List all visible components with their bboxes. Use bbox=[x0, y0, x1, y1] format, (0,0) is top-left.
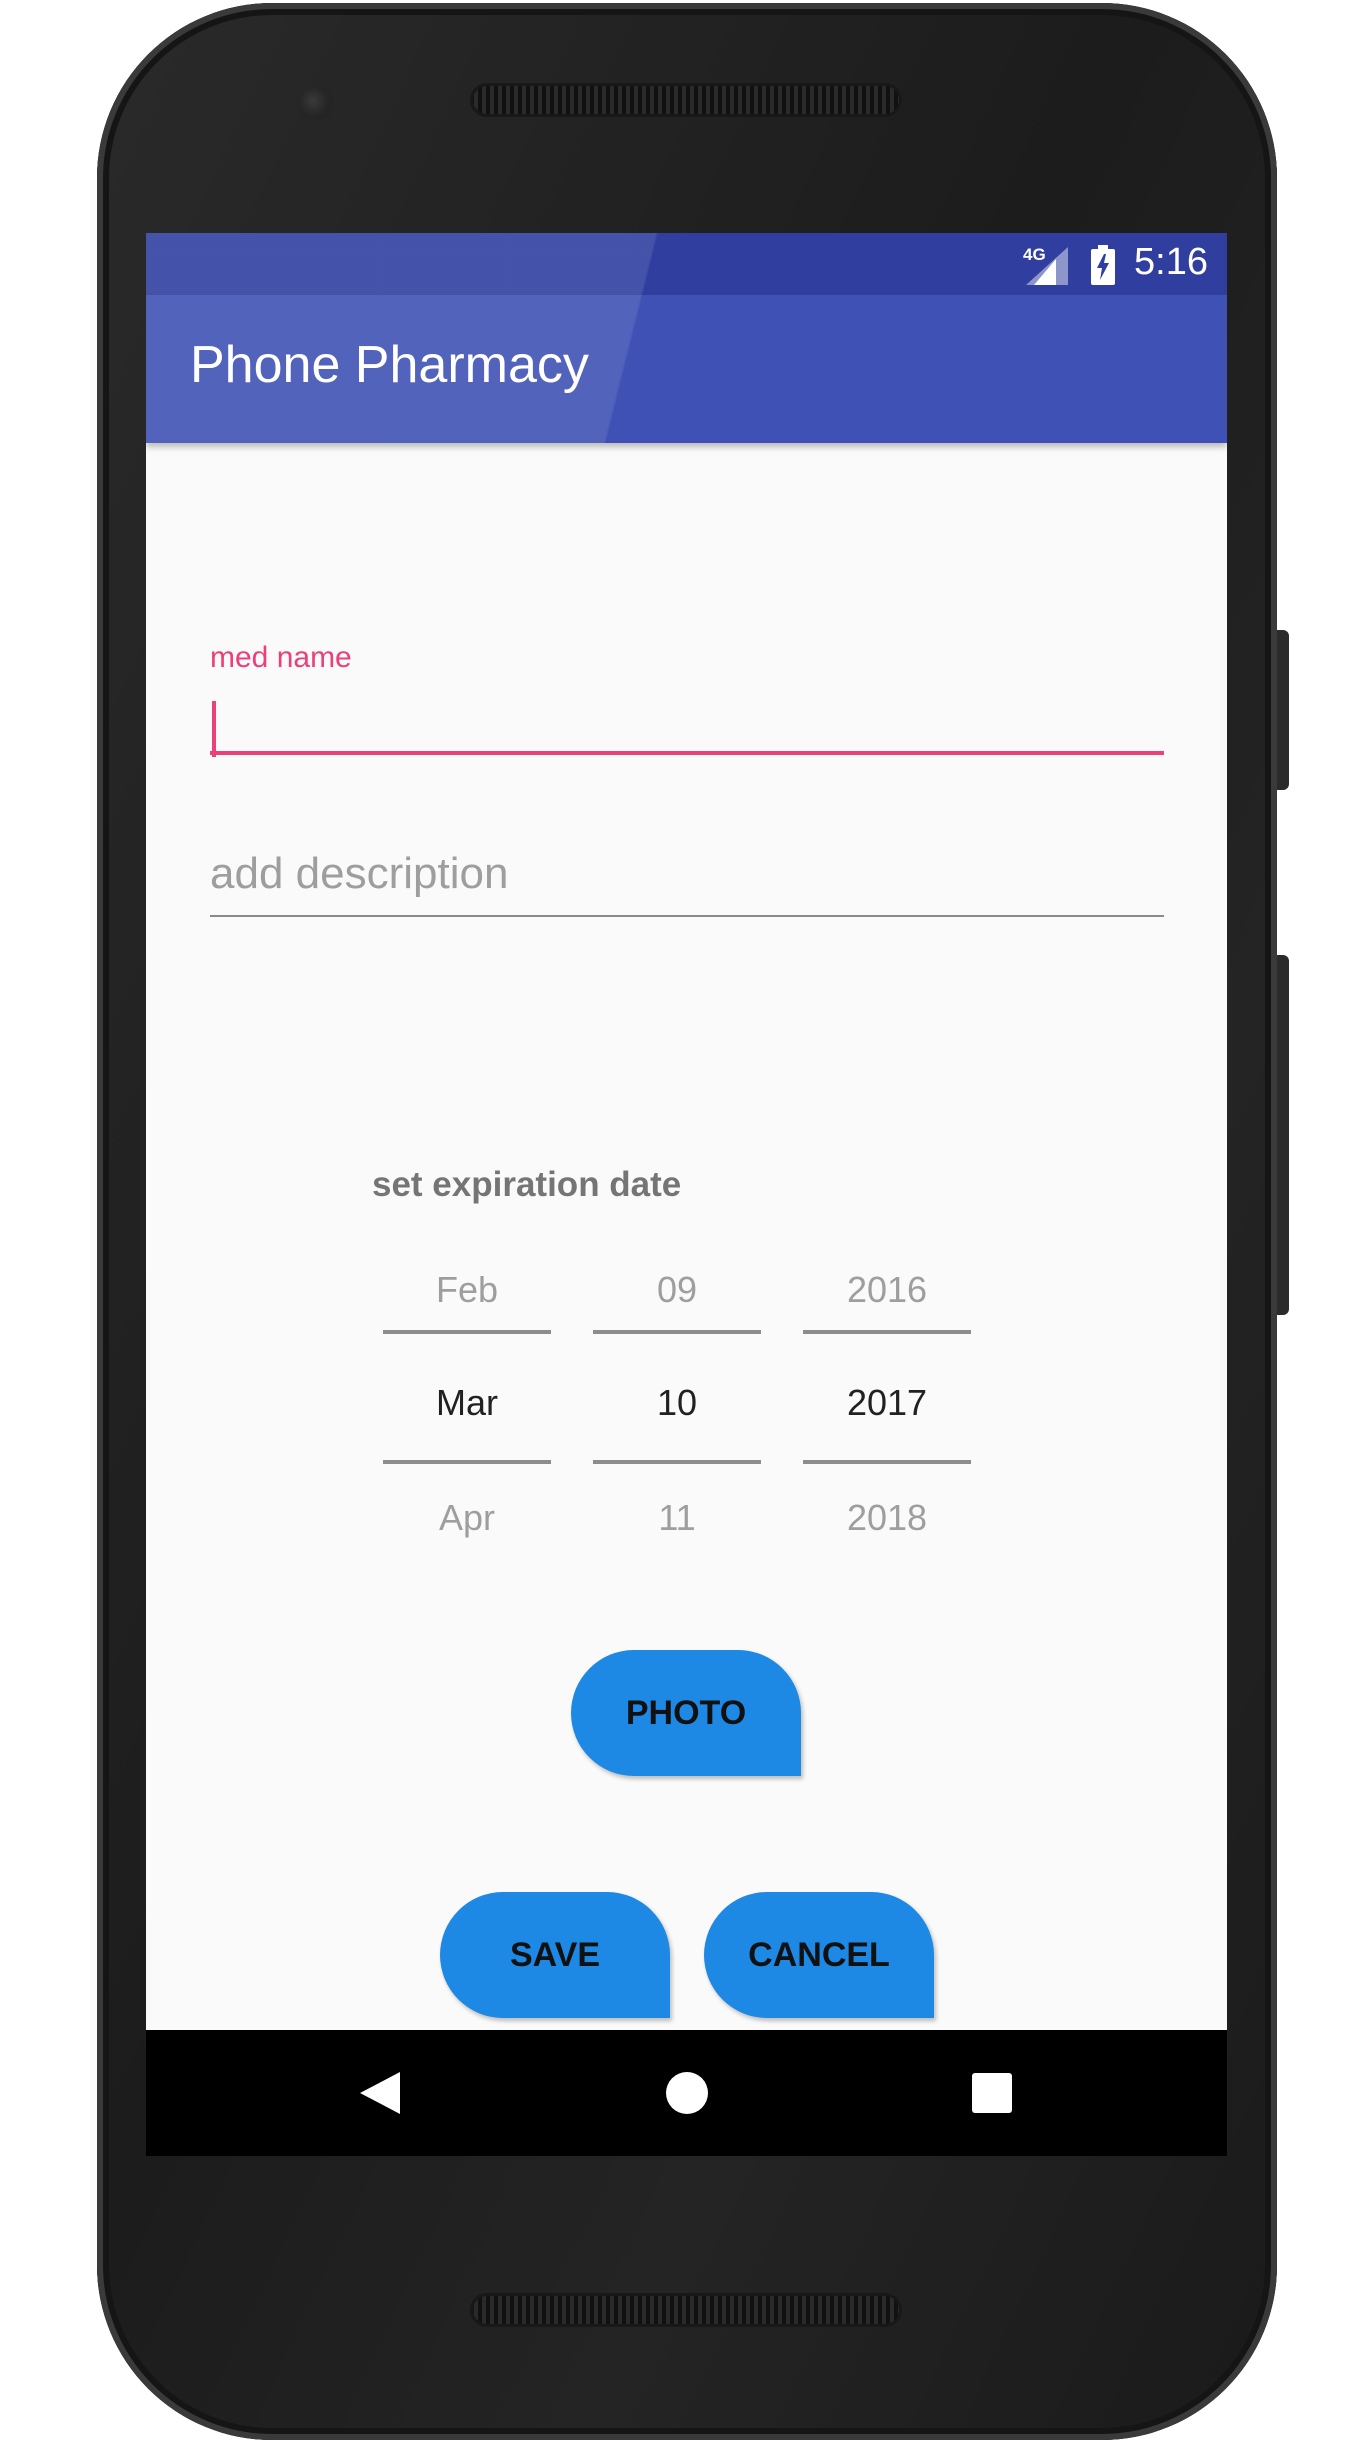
back-triangle-icon[interactable] bbox=[358, 2070, 402, 2116]
day-next-option[interactable]: 11 bbox=[593, 1497, 761, 1539]
top-speaker-grille bbox=[470, 83, 902, 117]
device-screen: 4G 5:16 Phone Pharmacy med name set expi… bbox=[146, 233, 1227, 2156]
app-toolbar: Phone Pharmacy bbox=[146, 295, 1227, 443]
cancel-button-label: CANCEL bbox=[748, 1935, 890, 1974]
photo-button[interactable]: PHOTO bbox=[571, 1650, 801, 1776]
year-prev-option[interactable]: 2016 bbox=[803, 1269, 971, 1311]
picker-divider bbox=[593, 1460, 761, 1464]
app-title: Phone Pharmacy bbox=[190, 336, 589, 394]
month-picker[interactable]: Feb Mar Apr bbox=[383, 1263, 551, 1538]
battery-charging-icon bbox=[1091, 245, 1115, 285]
power-button bbox=[1277, 630, 1289, 790]
bottom-speaker-grille bbox=[470, 2293, 902, 2327]
month-next-option[interactable]: Apr bbox=[383, 1497, 551, 1539]
home-circle-icon[interactable] bbox=[666, 2072, 708, 2114]
volume-button bbox=[1277, 955, 1289, 1315]
year-selected-option[interactable]: 2017 bbox=[803, 1382, 971, 1424]
day-selected-option[interactable]: 10 bbox=[593, 1382, 761, 1424]
year-picker[interactable]: 2016 2017 2018 bbox=[803, 1263, 971, 1538]
description-input[interactable] bbox=[210, 833, 1164, 917]
picker-divider bbox=[803, 1460, 971, 1464]
network-type-label: 4G bbox=[1023, 245, 1046, 264]
med-name-input[interactable] bbox=[210, 695, 1164, 755]
day-prev-option[interactable]: 09 bbox=[593, 1269, 761, 1311]
save-button-label: SAVE bbox=[509, 1935, 601, 1974]
expiration-date-label: set expiration date bbox=[372, 1165, 682, 1204]
picker-divider bbox=[593, 1330, 761, 1334]
year-next-option[interactable]: 2018 bbox=[803, 1497, 971, 1539]
front-camera bbox=[297, 85, 333, 121]
picker-divider bbox=[383, 1330, 551, 1334]
month-selected-option[interactable]: Mar bbox=[383, 1382, 551, 1424]
picker-divider bbox=[383, 1460, 551, 1464]
cancel-button[interactable]: CANCEL bbox=[704, 1892, 934, 2018]
med-name-label: med name bbox=[210, 641, 352, 674]
picker-divider bbox=[803, 1330, 971, 1334]
save-button[interactable]: SAVE bbox=[440, 1892, 670, 2018]
day-picker[interactable]: 09 10 11 bbox=[593, 1263, 761, 1538]
text-cursor bbox=[212, 701, 216, 757]
month-prev-option[interactable]: Feb bbox=[383, 1269, 551, 1311]
status-time: 5:16 bbox=[1134, 241, 1208, 283]
system-navigation-bar bbox=[146, 2030, 1227, 2156]
recents-square-icon[interactable] bbox=[972, 2073, 1012, 2113]
status-bar: 4G 5:16 bbox=[146, 233, 1227, 295]
photo-button-label: PHOTO bbox=[625, 1693, 747, 1732]
